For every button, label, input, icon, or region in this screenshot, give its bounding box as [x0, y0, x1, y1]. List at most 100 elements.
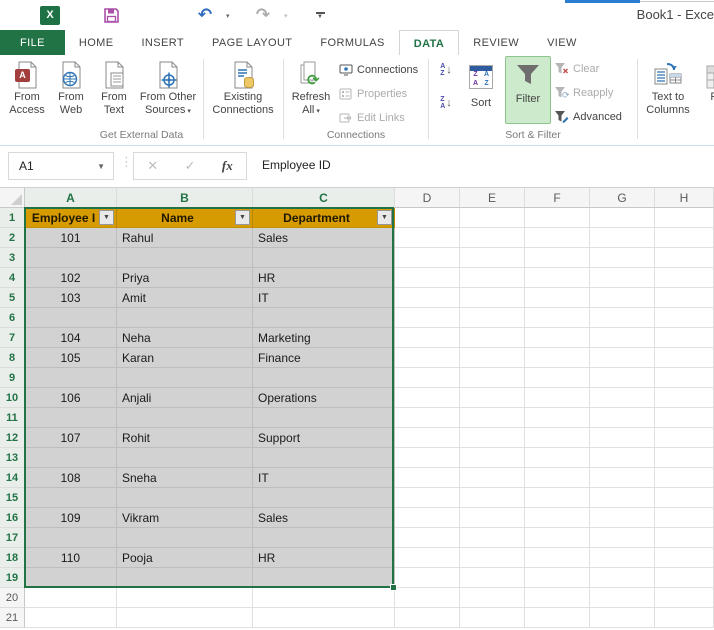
cell-B21[interactable] [117, 608, 253, 628]
cell-A19[interactable] [25, 568, 117, 588]
cell-E14[interactable] [460, 468, 525, 488]
cell-G1[interactable] [590, 208, 655, 228]
filter-dropdown-B1[interactable]: ▼ [235, 210, 250, 225]
cell-A4[interactable]: 102 [25, 268, 117, 288]
cell-A14[interactable]: 108 [25, 468, 117, 488]
existing-connections-button[interactable]: Existing Connections [206, 57, 280, 117]
cell-F2[interactable] [525, 228, 590, 248]
cell-B17[interactable] [117, 528, 253, 548]
cell-D12[interactable] [395, 428, 460, 448]
cell-F10[interactable] [525, 388, 590, 408]
cell-C2[interactable]: Sales [253, 228, 395, 248]
cell-G16[interactable] [590, 508, 655, 528]
cell-B19[interactable] [117, 568, 253, 588]
cell-D21[interactable] [395, 608, 460, 628]
cell-F6[interactable] [525, 308, 590, 328]
cell-E19[interactable] [460, 568, 525, 588]
cell-G4[interactable] [590, 268, 655, 288]
cell-D14[interactable] [395, 468, 460, 488]
cell-D6[interactable] [395, 308, 460, 328]
cell-A11[interactable] [25, 408, 117, 428]
cell-E12[interactable] [460, 428, 525, 448]
cell-D16[interactable] [395, 508, 460, 528]
column-header-E[interactable]: E [460, 188, 525, 208]
cell-D11[interactable] [395, 408, 460, 428]
cell-C19[interactable] [253, 568, 395, 588]
cell-H19[interactable] [655, 568, 714, 588]
row-header-12[interactable]: 12 [0, 428, 25, 448]
row-header-20[interactable]: 20 [0, 588, 25, 608]
from-text-button[interactable]: From Text [92, 57, 136, 117]
tab-insert[interactable]: INSERT [127, 30, 198, 55]
cell-F8[interactable] [525, 348, 590, 368]
cell-G15[interactable] [590, 488, 655, 508]
tab-data[interactable]: DATA [398, 30, 460, 56]
cell-E8[interactable] [460, 348, 525, 368]
cell-B20[interactable] [117, 588, 253, 608]
cell-F13[interactable] [525, 448, 590, 468]
cell-A17[interactable] [25, 528, 117, 548]
column-header-F[interactable]: F [525, 188, 590, 208]
excel-logo-icon[interactable]: X [38, 5, 62, 25]
column-header-G[interactable]: G [590, 188, 655, 208]
cell-H15[interactable] [655, 488, 714, 508]
cell-G3[interactable] [590, 248, 655, 268]
cell-C11[interactable] [253, 408, 395, 428]
cell-D3[interactable] [395, 248, 460, 268]
cell-G2[interactable] [590, 228, 655, 248]
cell-A10[interactable]: 106 [25, 388, 117, 408]
cell-A12[interactable]: 107 [25, 428, 117, 448]
cell-E17[interactable] [460, 528, 525, 548]
cell-B1[interactable]: Name ▼ [117, 208, 253, 228]
cell-B4[interactable]: Priya [117, 268, 253, 288]
cell-H11[interactable] [655, 408, 714, 428]
row-header-1[interactable]: 1 [0, 208, 25, 228]
customize-qat-icon[interactable]: ▼ [312, 5, 328, 25]
cell-G9[interactable] [590, 368, 655, 388]
cell-B11[interactable] [117, 408, 253, 428]
cell-H14[interactable] [655, 468, 714, 488]
cell-B18[interactable]: Pooja [117, 548, 253, 568]
name-box-dropdown-icon[interactable]: ▼ [97, 162, 105, 171]
cell-D10[interactable] [395, 388, 460, 408]
cell-F12[interactable] [525, 428, 590, 448]
cell-A15[interactable] [25, 488, 117, 508]
cell-H4[interactable] [655, 268, 714, 288]
cell-H3[interactable] [655, 248, 714, 268]
row-header-16[interactable]: 16 [0, 508, 25, 528]
cell-C1[interactable]: Department ▼ [253, 208, 395, 228]
cell-H13[interactable] [655, 448, 714, 468]
cell-C18[interactable]: HR [253, 548, 395, 568]
cell-F5[interactable] [525, 288, 590, 308]
cell-B6[interactable] [117, 308, 253, 328]
cell-E9[interactable] [460, 368, 525, 388]
undo-dropdown-icon[interactable]: ▾ [226, 12, 230, 20]
cell-A3[interactable] [25, 248, 117, 268]
row-header-14[interactable]: 14 [0, 468, 25, 488]
column-header-C[interactable]: C [253, 188, 395, 208]
cell-G20[interactable] [590, 588, 655, 608]
cell-H8[interactable] [655, 348, 714, 368]
row-header-11[interactable]: 11 [0, 408, 25, 428]
row-header-6[interactable]: 6 [0, 308, 25, 328]
cell-C20[interactable] [253, 588, 395, 608]
cell-E5[interactable] [460, 288, 525, 308]
cell-H18[interactable] [655, 548, 714, 568]
cell-H6[interactable] [655, 308, 714, 328]
name-box[interactable]: A1 ▼ [8, 152, 114, 180]
cell-E1[interactable] [460, 208, 525, 228]
cell-G21[interactable] [590, 608, 655, 628]
tab-page-layout[interactable]: PAGE LAYOUT [198, 30, 306, 55]
cell-H17[interactable] [655, 528, 714, 548]
cell-G13[interactable] [590, 448, 655, 468]
cell-E20[interactable] [460, 588, 525, 608]
cell-C12[interactable]: Support [253, 428, 395, 448]
cell-E3[interactable] [460, 248, 525, 268]
save-icon[interactable] [100, 5, 122, 25]
cell-F15[interactable] [525, 488, 590, 508]
cell-E11[interactable] [460, 408, 525, 428]
cell-F9[interactable] [525, 368, 590, 388]
column-header-D[interactable]: D [395, 188, 460, 208]
cell-H5[interactable] [655, 288, 714, 308]
cell-F4[interactable] [525, 268, 590, 288]
